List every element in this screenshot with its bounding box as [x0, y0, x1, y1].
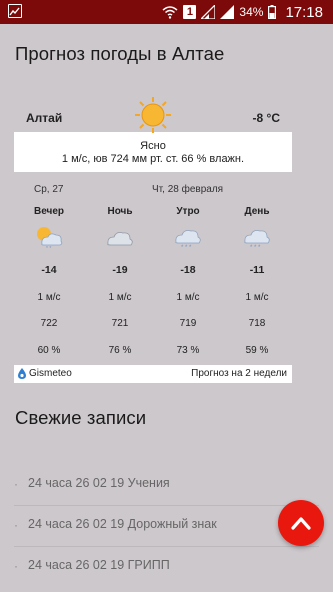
status-bar: 1 34% 17:18	[0, 0, 333, 24]
period-humidity: 76 %	[108, 345, 132, 356]
bullet-icon: ·	[14, 559, 18, 573]
cloudy-icon	[107, 232, 133, 246]
partly-cloudy-snow-icon: * *	[37, 227, 63, 250]
signal-icon-2	[220, 5, 235, 19]
water-drop-icon	[18, 368, 26, 379]
period-wind: 1 м/с	[245, 292, 269, 303]
forecast-day-2: Чт, 28 февраля	[152, 184, 224, 195]
period-temp: -19	[112, 264, 128, 276]
gallery-notification-icon	[8, 4, 22, 18]
period-humidity: 60 %	[37, 345, 61, 356]
recent-posts-title: Свежие записи	[15, 407, 147, 428]
battery-percent: 34%	[239, 5, 264, 19]
bullet-icon: ·	[14, 477, 18, 491]
period-pressure: 718	[248, 318, 266, 329]
recent-post-item[interactable]: · 24 часа 26 02 19 Учения	[14, 465, 319, 506]
forecast-day-1: Ср, 27	[34, 184, 64, 195]
wifi-icon	[162, 5, 178, 19]
chevron-up-icon	[291, 517, 311, 530]
period-temp: -18	[180, 264, 196, 276]
bullet-icon: ·	[14, 518, 18, 532]
period-temp: -14	[41, 264, 57, 276]
period-label: Ночь	[107, 206, 133, 217]
scroll-to-top-button[interactable]	[278, 500, 324, 546]
weather-section-title: Прогноз погоды в Алтае	[15, 43, 225, 64]
svg-text:* * *: * * *	[250, 245, 261, 250]
period-pressure: 722	[40, 318, 58, 329]
period-wind: 1 м/с	[108, 292, 132, 303]
weather-condition-panel: Ясно 1 м/с, юв 724 мм рт. ст. 66 % влажн…	[14, 132, 292, 172]
period-temp: -11	[249, 264, 265, 276]
period-wind: 1 м/с	[176, 292, 200, 303]
signal-icon	[201, 5, 216, 19]
svg-text:* * *: * * *	[181, 245, 192, 250]
recent-post-link[interactable]: 24 часа 26 02 19 ГРИПП	[28, 558, 170, 572]
period-wind: 1 м/с	[37, 292, 61, 303]
battery-icon	[268, 5, 277, 19]
period-humidity: 73 %	[176, 345, 200, 356]
cloudy-snow-icon: * * *	[175, 230, 201, 250]
clock: 17:18	[285, 3, 323, 21]
period-pressure: 719	[179, 318, 197, 329]
two-weeks-forecast-link[interactable]: Прогноз на 2 недели	[191, 368, 287, 379]
sim-slot-icon: 1	[183, 5, 197, 19]
recent-post-link[interactable]: 24 часа 26 02 19 Дорожный знак	[28, 517, 217, 531]
weather-widget[interactable]: Алтай -8 °C Ясно 1 м/с, юв 724 мм рт. ст…	[14, 92, 292, 208]
gismeteo-label: Gismeteo	[29, 368, 72, 379]
period-label: Утро	[176, 206, 200, 217]
weather-footer: Gismeteo Прогноз на 2 недели	[14, 365, 292, 383]
recent-post-link[interactable]: 24 часа 26 02 19 Учения	[28, 476, 170, 490]
period-pressure: 721	[111, 318, 129, 329]
weather-city: Алтай	[26, 111, 63, 125]
gismeteo-link[interactable]: Gismeteo	[18, 368, 72, 379]
svg-text:* *: * *	[46, 246, 51, 250]
sun-icon	[135, 97, 171, 133]
recent-post-item[interactable]: · 24 часа 26 02 19 Дорожный знак	[14, 506, 319, 547]
period-humidity: 59 %	[245, 345, 269, 356]
weather-details: 1 м/с, юв 724 мм рт. ст. 66 % влажн.	[61, 153, 245, 165]
weather-current-temp: -8 °C	[252, 111, 280, 125]
cloudy-snow-icon: * * *	[244, 230, 270, 250]
recent-posts-list: · 24 часа 26 02 19 Учения · 24 часа 26 0…	[14, 465, 319, 588]
weather-condition: Ясно	[140, 140, 166, 152]
recent-post-item[interactable]: · 24 часа 26 02 19 ГРИПП	[14, 547, 319, 588]
period-label: Вечер	[33, 206, 64, 217]
period-label: День	[244, 206, 270, 217]
